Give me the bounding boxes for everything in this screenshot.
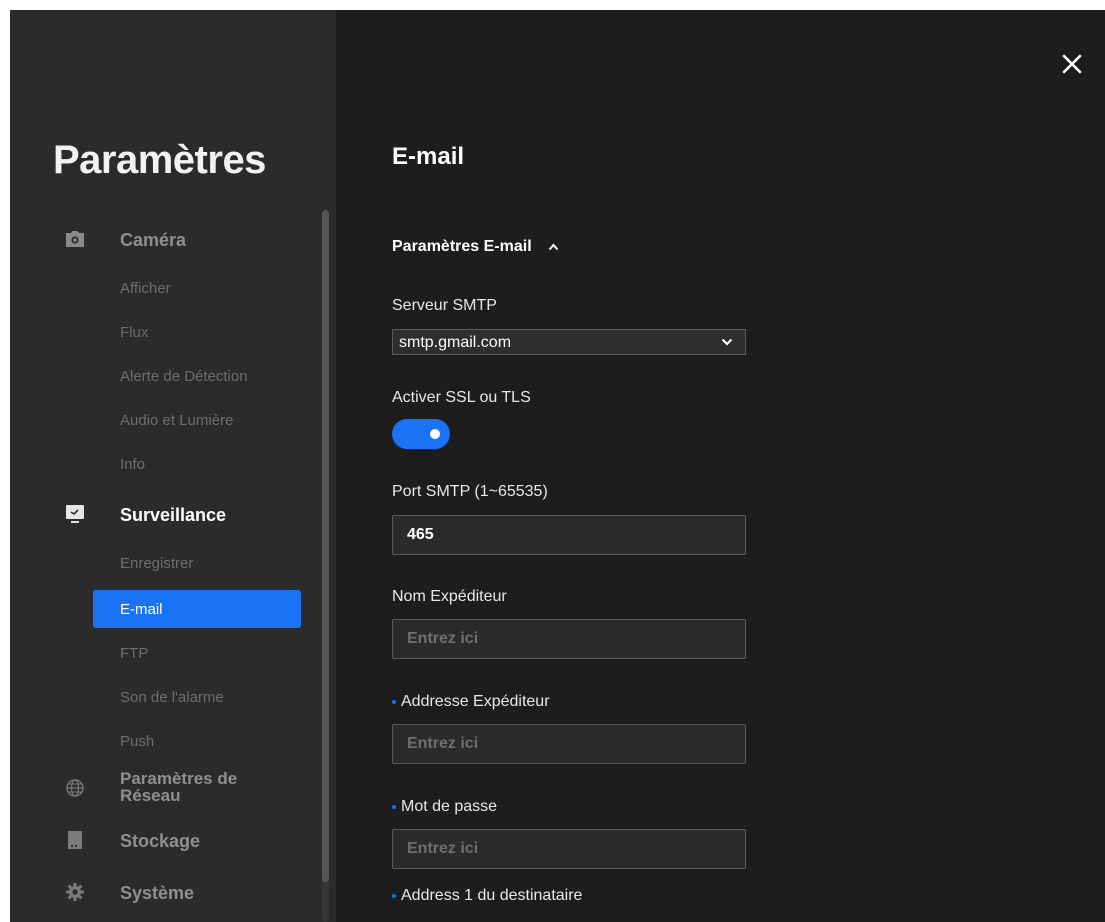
recipient-1-label-text: Address 1 du destinataire — [401, 887, 583, 904]
smtp-server-label: Serveur SMTP — [392, 297, 497, 314]
nav-item-label: Audio et Lumière — [120, 412, 234, 429]
settings-window: Paramètres Caméra Afficher Flux Alerte d… — [10, 10, 1105, 922]
password-label-text: Mot de passe — [401, 798, 498, 815]
email-settings-section-toggle[interactable]: Paramètres E-mail — [392, 237, 559, 257]
nav-item-label: Enregistrer — [120, 555, 194, 572]
nav-group-label: Stockage — [120, 831, 201, 851]
storage-icon — [64, 829, 86, 851]
ssl-tls-toggle[interactable] — [392, 419, 450, 449]
nav-item-label: E-mail — [120, 601, 163, 618]
nav-item-push[interactable]: Push — [10, 722, 310, 760]
sender-name-input[interactable] — [392, 619, 746, 659]
required-dot — [392, 699, 396, 704]
password-label: Mot de passe — [392, 798, 497, 816]
nav-item-detection-alert[interactable]: Alerte de Détection — [10, 357, 310, 395]
chevron-down-icon — [721, 338, 733, 346]
nav-item-label: Push — [120, 733, 155, 750]
smtp-server-value: smtp.gmail.com — [399, 334, 512, 351]
nav-item-email[interactable]: E-mail — [93, 590, 301, 628]
recipient-1-label: Address 1 du destinataire — [392, 887, 582, 905]
nav-group-label: Paramètres de Réseau — [120, 770, 237, 804]
sidebar-title: Paramètres — [53, 138, 266, 182]
nav-group-label-line2: Réseau — [120, 786, 181, 805]
nav-group-system[interactable]: Système — [10, 874, 310, 910]
nav-group-label: Caméra — [120, 230, 187, 250]
sender-name-label: Nom Expéditeur — [392, 588, 507, 605]
globe-icon — [64, 777, 86, 799]
page-title: E-mail — [392, 143, 465, 170]
nav-group-network[interactable]: Paramètres de Réseau — [10, 770, 310, 806]
nav-item-audio-light[interactable]: Audio et Lumière — [10, 401, 310, 439]
section-title: Paramètres E-mail — [392, 238, 532, 255]
nav-item-info[interactable]: Info — [10, 445, 310, 483]
smtp-server-select[interactable]: smtp.gmail.com — [392, 329, 746, 355]
nav-group-label: Surveillance — [120, 505, 227, 525]
toggle-knob — [430, 429, 440, 439]
sender-address-label: Addresse Expéditeur — [392, 693, 550, 711]
camera-icon — [64, 228, 86, 250]
nav-item-alarm-sound[interactable]: Son de l'alarme — [10, 678, 310, 716]
close-button[interactable] — [1056, 48, 1088, 80]
nav-group-camera[interactable]: Caméra — [10, 221, 310, 257]
nav-item-label: Son de l'alarme — [120, 689, 224, 706]
monitor-icon — [64, 503, 86, 525]
sidebar-scrollbar-thumb[interactable] — [322, 210, 329, 882]
sender-address-label-text: Addresse Expéditeur — [401, 693, 550, 710]
nav-item-label: Alerte de Détection — [120, 368, 248, 385]
sender-address-input[interactable] — [392, 724, 746, 764]
required-dot — [392, 893, 396, 898]
close-icon — [1062, 54, 1082, 74]
nav-group-storage[interactable]: Stockage — [10, 822, 310, 858]
nav-item-ftp[interactable]: FTP — [10, 634, 310, 672]
required-dot — [392, 804, 396, 809]
chevron-up-icon — [548, 243, 559, 251]
nav-item-flux[interactable]: Flux — [10, 313, 310, 351]
nav-group-surveillance[interactable]: Surveillance — [10, 496, 310, 532]
nav-item-enregistrer[interactable]: Enregistrer — [10, 544, 310, 582]
password-input[interactable] — [392, 829, 746, 869]
gear-icon — [64, 881, 86, 903]
nav-item-label: FTP — [120, 645, 149, 662]
nav-item-label: Flux — [120, 324, 149, 341]
smtp-port-label: Port SMTP (1~65535) — [392, 483, 548, 500]
nav-item-label: Info — [120, 456, 146, 473]
email-settings-panel: E-mail Paramètres E-mail Serveur SMTP sm… — [336, 10, 1105, 922]
nav-item-label: Afficher — [120, 280, 171, 297]
nav-item-afficher[interactable]: Afficher — [10, 269, 310, 307]
smtp-port-input[interactable] — [392, 515, 746, 555]
sidebar: Paramètres Caméra Afficher Flux Alerte d… — [10, 10, 336, 922]
ssl-tls-label: Activer SSL ou TLS — [392, 389, 531, 406]
nav-group-label: Système — [120, 883, 195, 903]
